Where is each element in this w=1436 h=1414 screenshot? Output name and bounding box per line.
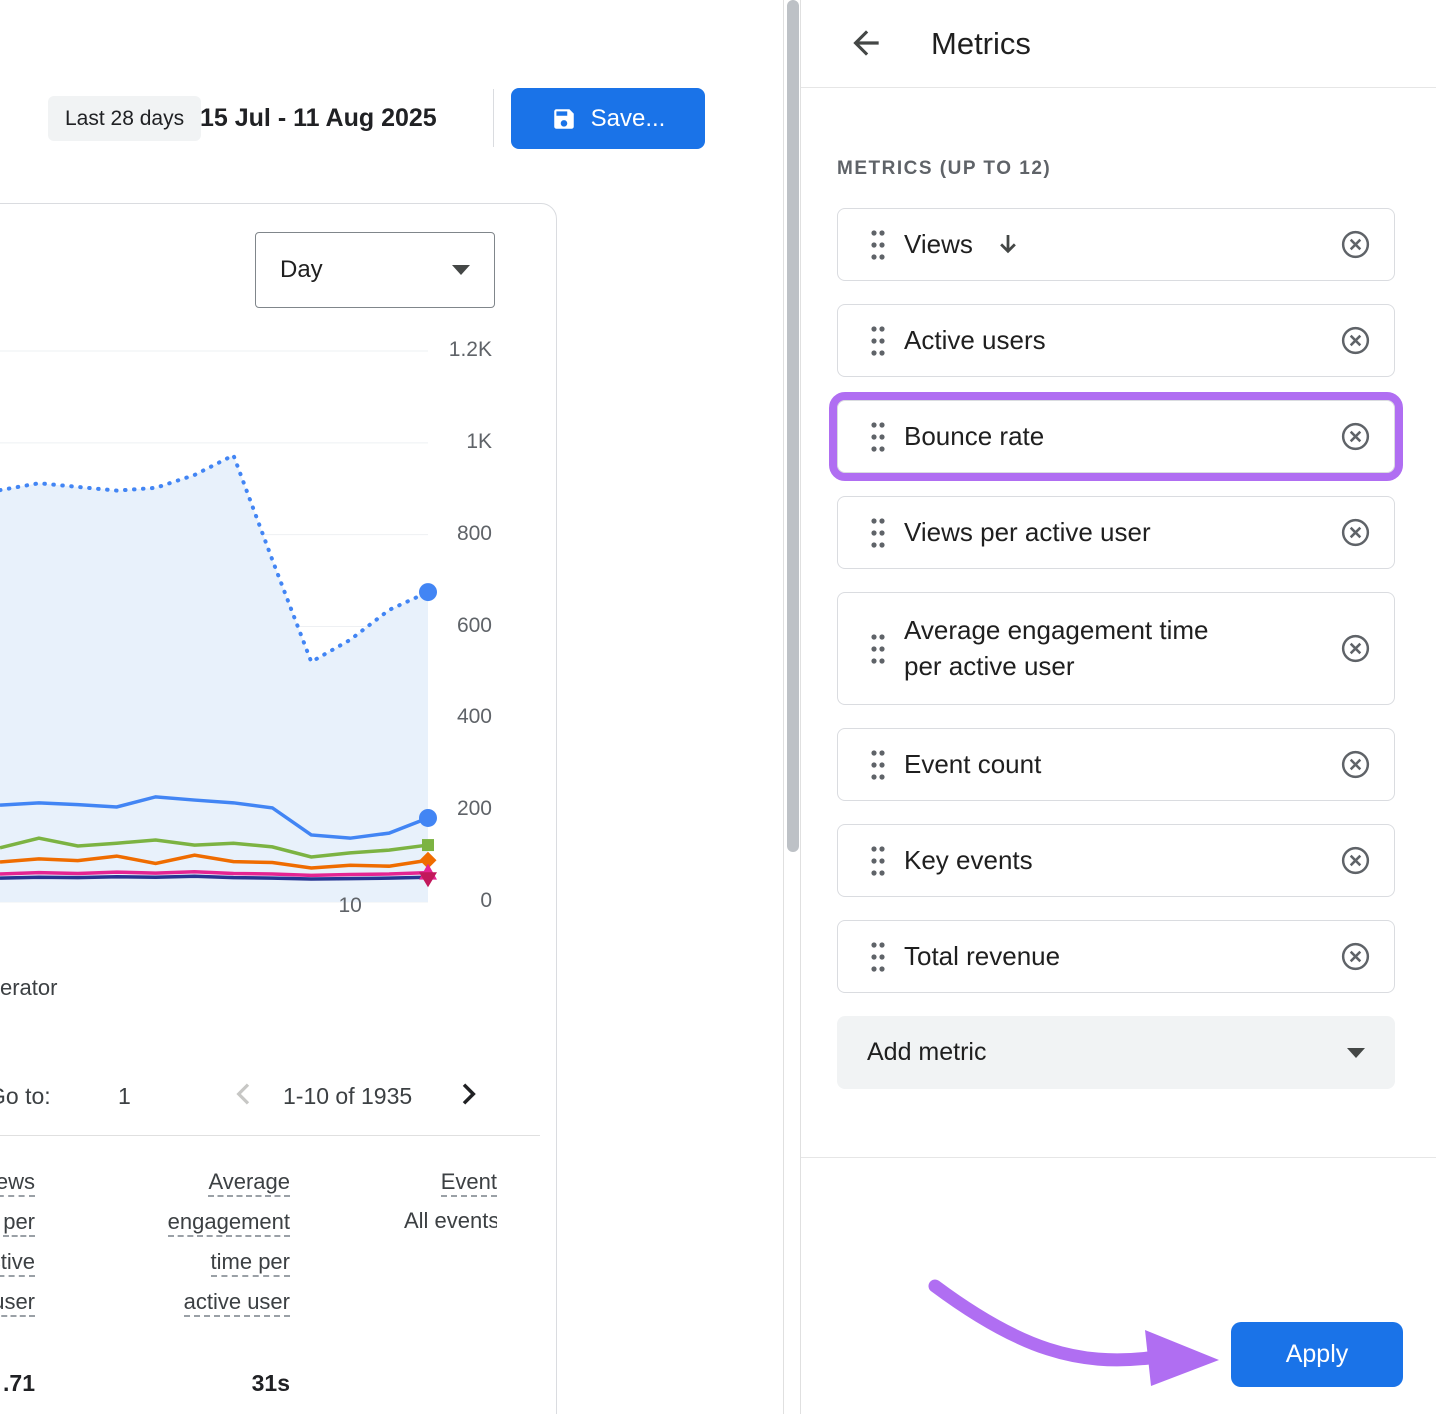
panel-divider (801, 1157, 1436, 1158)
pagination-range: 1-10 of 1935 (283, 1083, 412, 1110)
metric-label: Key events (904, 843, 1033, 878)
column-header-avg-engagement-time[interactable]: Average engagement time per active user (90, 1162, 290, 1322)
ga-explore-screen: Last 28 days 15 Jul - 11 Aug 2025 Save..… (0, 0, 1436, 1414)
chevron-down-icon (1347, 1048, 1365, 1058)
save-button[interactable]: Save... (511, 88, 705, 149)
remove-metric-icon[interactable] (1339, 844, 1372, 877)
date-range-chip[interactable]: Last 28 days (48, 96, 201, 141)
metric-label: Total revenue (904, 939, 1060, 974)
panel-title: Metrics (931, 0, 1031, 88)
header-divider (493, 89, 494, 147)
annotation-arrow (921, 1272, 1241, 1382)
legend-partial-text: erator (0, 975, 57, 1001)
y-axis-label: 400 (432, 705, 492, 729)
metric-label: Event count (904, 747, 1041, 782)
y-axis-label: 200 (432, 797, 492, 821)
header-word: Event (441, 1169, 497, 1197)
y-axis-label: 0 (432, 889, 492, 913)
y-axis-label: 1.2K (432, 338, 492, 362)
back-arrow-icon[interactable] (847, 24, 885, 62)
drag-handle-icon[interactable] (870, 515, 886, 551)
previous-page-icon[interactable] (228, 1078, 260, 1110)
header-word: engagement (168, 1209, 290, 1237)
granularity-value: Day (280, 256, 323, 284)
header-word: active (0, 1249, 35, 1277)
metrics-panel: Metrics METRICS (UP TO 12) Views Active … (801, 0, 1436, 1414)
drag-handle-icon[interactable] (870, 843, 886, 879)
drag-handle-icon[interactable] (870, 747, 886, 783)
x-axis-label: 10 (330, 894, 370, 918)
add-metric-label: Add metric (867, 1038, 986, 1067)
sort-descending-icon (993, 230, 1023, 260)
metric-item-event-count[interactable]: Event count (837, 728, 1395, 801)
metric-item-views-per-active-user[interactable]: Views per active user (837, 496, 1395, 569)
add-metric-dropdown[interactable]: Add metric (837, 1016, 1395, 1089)
save-button-label: Save... (591, 105, 666, 133)
metric-item-views[interactable]: Views (837, 208, 1395, 281)
y-axis-label: 1K (432, 430, 492, 454)
drag-handle-icon[interactable] (870, 939, 886, 975)
metric-item-key-events[interactable]: Key events (837, 824, 1395, 897)
date-range-text[interactable]: 15 Jul - 11 Aug 2025 (200, 96, 437, 141)
remove-metric-icon[interactable] (1339, 420, 1372, 453)
granularity-dropdown[interactable]: Day (255, 232, 495, 308)
header-word: per (3, 1209, 35, 1237)
drag-handle-icon[interactable] (870, 227, 886, 263)
vertical-scrollbar-track[interactable] (783, 0, 801, 1414)
go-to-label: Go to: (0, 1083, 51, 1110)
table-divider (0, 1135, 540, 1136)
next-page-icon[interactable] (452, 1078, 484, 1110)
metric-label: Views (904, 227, 973, 262)
header-word: Average (208, 1169, 290, 1197)
y-axis-label: 600 (432, 614, 492, 638)
drag-handle-icon[interactable] (870, 323, 886, 359)
header-word: Views (0, 1169, 35, 1197)
header-word: time per (211, 1249, 290, 1277)
header-word: active user (184, 1289, 290, 1317)
save-icon (551, 106, 577, 132)
page-number-input[interactable]: 1 (118, 1083, 131, 1110)
drag-handle-icon[interactable] (870, 631, 886, 667)
remove-metric-icon[interactable] (1339, 516, 1372, 549)
apply-button[interactable]: Apply (1231, 1322, 1403, 1387)
header-word: user (0, 1289, 35, 1317)
remove-metric-icon[interactable] (1339, 632, 1372, 665)
metric-item-avg-engagement-time[interactable]: Average engagement time per active user (837, 592, 1395, 705)
remove-metric-icon[interactable] (1339, 228, 1372, 261)
metric-label: Average engagement time per active user (904, 613, 1249, 683)
column-header-event[interactable]: Event (404, 1162, 497, 1202)
drag-handle-icon[interactable] (870, 419, 886, 455)
y-axis-label: 800 (432, 522, 492, 546)
remove-metric-icon[interactable] (1339, 748, 1372, 781)
metric-item-total-revenue[interactable]: Total revenue (837, 920, 1395, 993)
remove-metric-icon[interactable] (1339, 324, 1372, 357)
table-cell-value: 31s (90, 1370, 290, 1397)
explore-line-chart (0, 330, 430, 910)
column-header-views-per-active-user[interactable]: Views per active user (0, 1162, 35, 1322)
metric-item-bounce-rate[interactable]: Bounce rate (837, 400, 1395, 473)
metric-item-active-users[interactable]: Active users (837, 304, 1395, 377)
chevron-down-icon (452, 265, 470, 275)
column-subheader-all-events: All events (404, 1208, 497, 1234)
remove-metric-icon[interactable] (1339, 940, 1372, 973)
vertical-scrollbar-thumb[interactable] (787, 0, 799, 852)
metric-label: Bounce rate (904, 419, 1044, 454)
metrics-panel-header: Metrics (801, 0, 1436, 88)
metric-label: Active users (904, 323, 1046, 358)
table-cell-value: .71 (0, 1370, 35, 1397)
metric-label: Views per active user (904, 515, 1151, 550)
metrics-section-label: METRICS (UP TO 12) (837, 158, 1051, 180)
report-pane: Last 28 days 15 Jul - 11 Aug 2025 Save..… (0, 0, 783, 1414)
